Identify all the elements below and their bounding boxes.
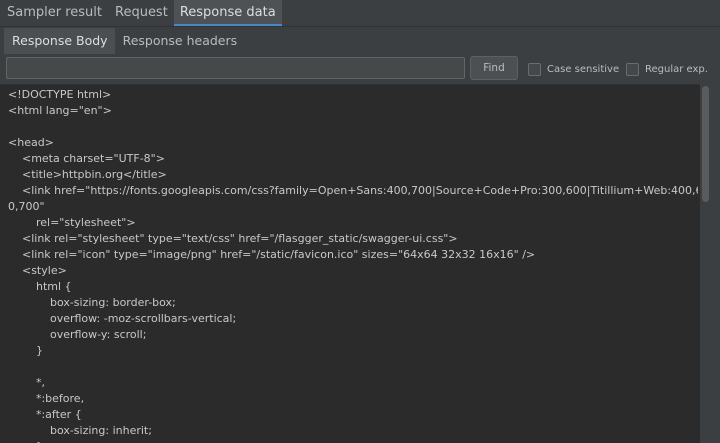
- code-line: <!DOCTYPE html>: [8, 88, 112, 101]
- code-line: *,: [8, 376, 45, 389]
- tab-response-headers[interactable]: Response headers: [115, 28, 246, 54]
- code-line: <html lang="en">: [8, 104, 112, 117]
- vertical-scrollbar[interactable]: [700, 84, 720, 443]
- case-sensitive-checkbox[interactable]: [528, 62, 541, 76]
- code-line: box-sizing: border-box;: [8, 296, 176, 309]
- code-line: <link rel="icon" type="image/png" href="…: [8, 248, 536, 261]
- code-line: *:after {: [8, 408, 82, 421]
- search-bar: Find Case sensitive Regular exp.: [0, 55, 720, 83]
- code-line: <style>: [8, 264, 67, 277]
- regex-label: Regular exp.: [645, 63, 708, 75]
- code-line: <link href="https://fonts.googleapis.com…: [8, 184, 698, 197]
- response-body-text[interactable]: <!DOCTYPE html> <html lang="en"> <head> …: [0, 84, 700, 443]
- code-line: html {: [8, 280, 72, 293]
- tab-response-data[interactable]: Response data: [173, 0, 282, 26]
- code-line: }: [8, 439, 698, 443]
- code-line: overflow: -moz-scrollbars-vertical;: [8, 312, 237, 325]
- find-button[interactable]: Find: [470, 56, 518, 80]
- code-line: *:before,: [8, 392, 85, 405]
- tab-request[interactable]: Request: [109, 0, 174, 26]
- code-line: rel="stylesheet">: [8, 216, 136, 229]
- regex-checkbox[interactable]: [626, 62, 639, 76]
- tab-sampler-result[interactable]: Sampler result: [0, 0, 109, 26]
- code-line: }: [8, 344, 43, 357]
- code-line: overflow-y: scroll;: [8, 328, 147, 341]
- code-line: <meta charset="UTF-8">: [8, 152, 165, 165]
- regex-option[interactable]: Regular exp.: [626, 61, 708, 77]
- response-subtabs: Response Body Response headers: [0, 28, 720, 54]
- code-line: <title>httpbin.org</title>: [8, 168, 167, 181]
- code-line: 0,700": [8, 200, 45, 213]
- code-line: box-sizing: inherit;: [8, 424, 152, 437]
- scrollbar-thumb[interactable]: [702, 86, 709, 202]
- case-sensitive-label: Case sensitive: [547, 63, 620, 75]
- tab-response-body[interactable]: Response Body: [4, 28, 115, 54]
- code-line: <link rel="stylesheet" type="text/css" h…: [8, 232, 458, 245]
- case-sensitive-option[interactable]: Case sensitive: [528, 61, 619, 77]
- code-line: <head>: [8, 136, 54, 149]
- result-tabs: Sampler result Request Response data: [0, 0, 720, 27]
- response-viewer: Sampler result Request Response data Res…: [0, 0, 720, 443]
- code-lines: <!DOCTYPE html> <html lang="en"> <head> …: [8, 87, 698, 443]
- search-input[interactable]: [6, 57, 465, 79]
